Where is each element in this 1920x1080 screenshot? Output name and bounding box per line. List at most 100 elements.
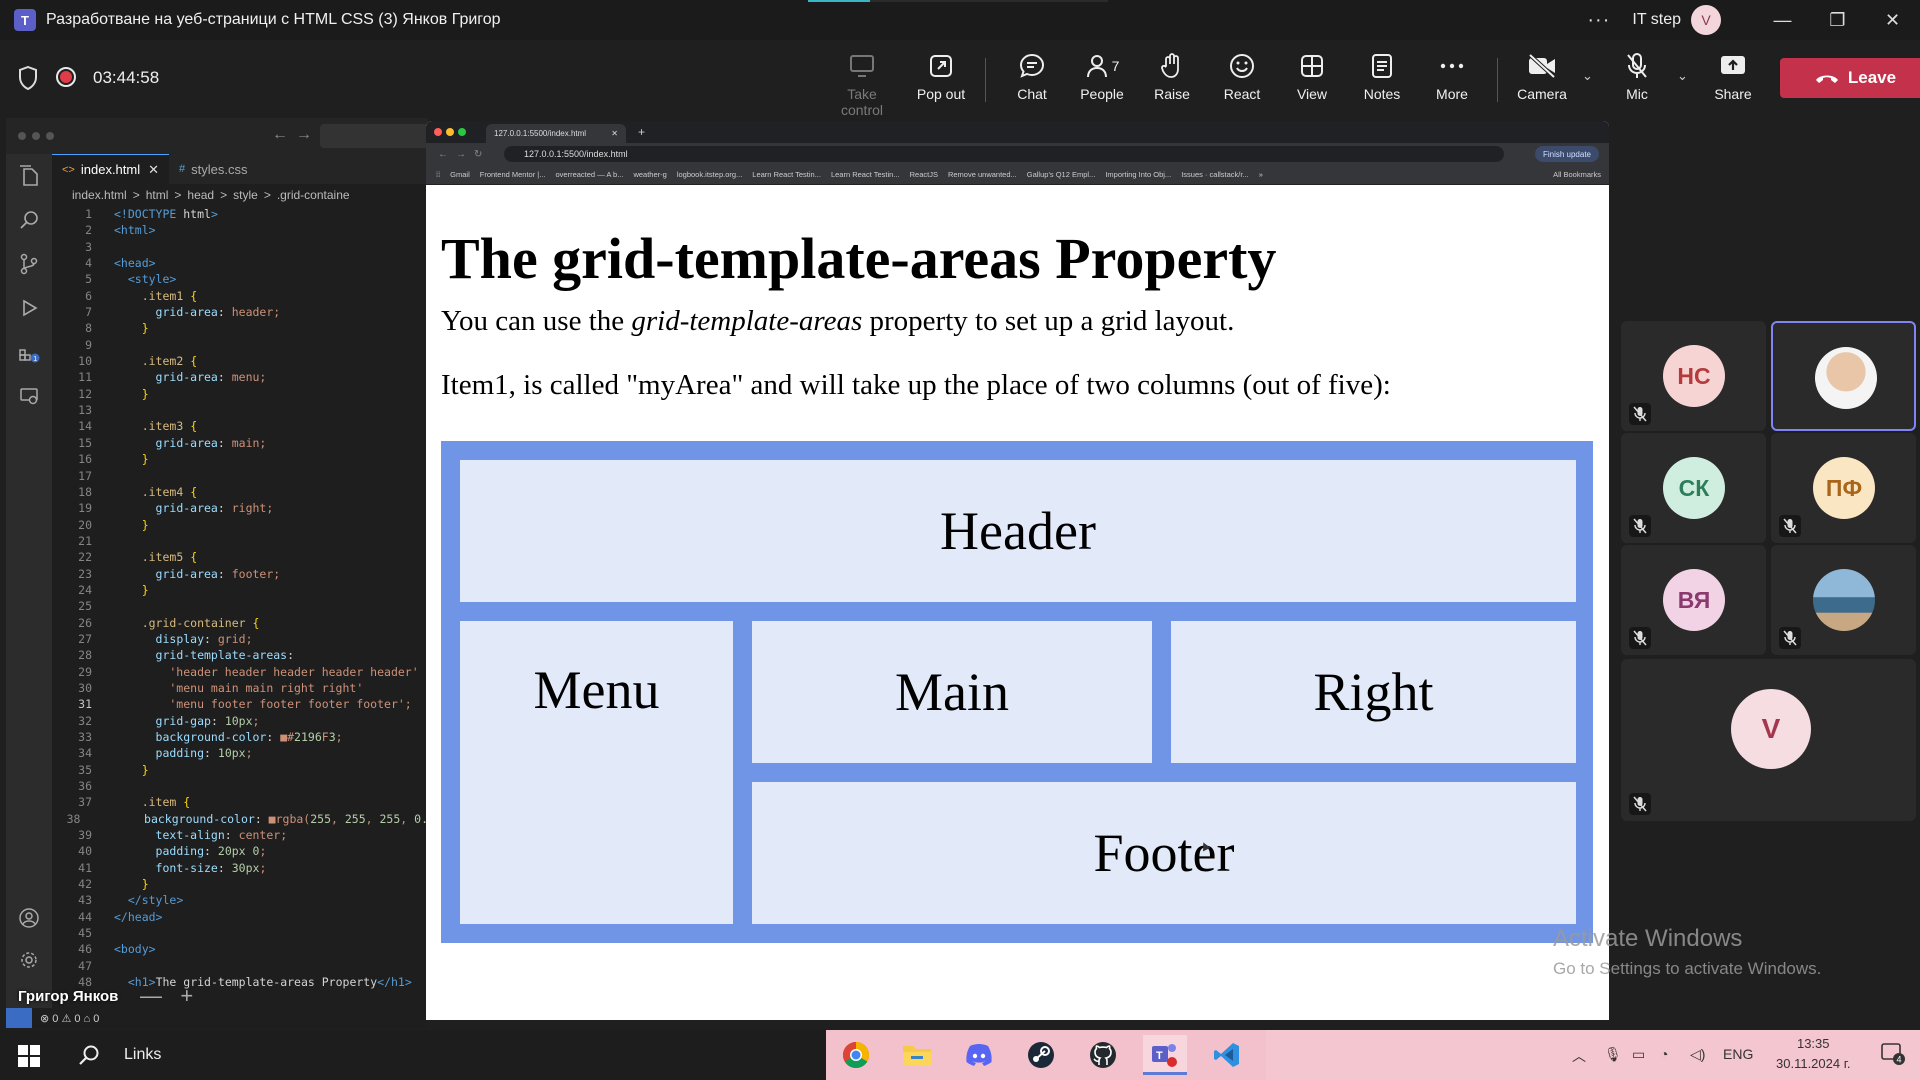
- code-line[interactable]: 22 .item5 {: [52, 549, 428, 565]
- minimize-button[interactable]: —: [1755, 10, 1810, 31]
- apps-grid-icon[interactable]: ⁞⁞: [436, 170, 440, 179]
- code-line[interactable]: 37 .item {: [52, 794, 428, 810]
- breadcrumb-item[interactable]: style: [233, 188, 258, 202]
- bookmark-item[interactable]: weather-g: [633, 170, 666, 179]
- code-line[interactable]: 12 }: [52, 386, 428, 402]
- tab-styles-css[interactable]: # styles.css: [169, 154, 257, 184]
- participant-tile[interactable]: СК: [1621, 433, 1766, 543]
- code-line[interactable]: 28 grid-template-areas:: [52, 647, 428, 663]
- search-icon[interactable]: [6, 198, 52, 242]
- discord-icon[interactable]: [957, 1035, 1001, 1075]
- system-clock[interactable]: 13:35 30.11.2024 г.: [1776, 1034, 1850, 1074]
- code-line[interactable]: 20 }: [52, 517, 428, 533]
- problems-status[interactable]: ⊗ 0 ⚠ 0 ⌂ 0: [40, 1012, 99, 1025]
- code-line[interactable]: 19 grid-area: right;: [52, 500, 428, 516]
- code-line[interactable]: 41 font-size: 30px;: [52, 860, 428, 876]
- code-line[interactable]: 47: [52, 958, 428, 974]
- code-line[interactable]: 27 display: grid;: [52, 631, 428, 647]
- bookmark-item[interactable]: ReactJS: [910, 170, 938, 179]
- raise-hand-button[interactable]: Raise: [1137, 50, 1207, 110]
- forward-arrow-icon[interactable]: →: [296, 126, 312, 144]
- more-options-icon[interactable]: ···: [1587, 9, 1610, 32]
- code-line[interactable]: 15 grid-area: main;: [52, 435, 428, 451]
- code-line[interactable]: 31 'menu footer footer footer footer';: [52, 696, 428, 712]
- bookmark-item[interactable]: Issues · callstack/r...: [1181, 170, 1249, 179]
- share-button[interactable]: Share: [1698, 50, 1768, 110]
- run-debug-icon[interactable]: [6, 286, 52, 330]
- code-line[interactable]: 2 <html>: [52, 222, 428, 238]
- windows-start-icon[interactable]: [18, 1045, 40, 1067]
- vscode-icon[interactable]: [1205, 1035, 1249, 1075]
- code-line[interactable]: 10 .item2 {: [52, 353, 428, 369]
- code-line[interactable]: 42 }: [52, 876, 428, 892]
- code-line[interactable]: 9: [52, 337, 428, 353]
- code-line[interactable]: 39 text-align: center;: [52, 827, 428, 843]
- close-tab-icon[interactable]: ✕: [611, 129, 618, 138]
- code-line[interactable]: 26 .grid-container {: [52, 615, 428, 631]
- view-button[interactable]: View: [1277, 50, 1347, 110]
- leave-button[interactable]: Leave: [1780, 58, 1920, 98]
- tab-index-html[interactable]: <> index.html ✕: [52, 154, 170, 184]
- profile-avatar[interactable]: V: [1691, 5, 1721, 35]
- mic-button[interactable]: Mic: [1602, 50, 1672, 110]
- close-tab-icon[interactable]: ✕: [148, 162, 159, 178]
- links-toolbar[interactable]: Links: [124, 1046, 161, 1064]
- bookmark-item[interactable]: Learn React Testin...: [752, 170, 821, 179]
- participant-tile[interactable]: ПФ: [1771, 433, 1916, 543]
- bookmark-item[interactable]: Frontend Mentor |...: [480, 170, 546, 179]
- bookmark-item[interactable]: logbook.itstep.org...: [677, 170, 742, 179]
- bookmark-item[interactable]: Importing Into Obj...: [1105, 170, 1171, 179]
- code-line[interactable]: 30 'menu main main right right': [52, 680, 428, 696]
- github-icon[interactable]: [1081, 1035, 1125, 1075]
- camera-options-chevron-icon[interactable]: ⌄: [1582, 68, 1593, 84]
- chat-button[interactable]: Chat: [997, 50, 1067, 110]
- code-line[interactable]: 40 padding: 20px 0;: [52, 843, 428, 859]
- finish-update-button[interactable]: Finish update: [1534, 146, 1599, 162]
- forward-icon[interactable]: →: [456, 149, 466, 160]
- participant-tile[interactable]: [1771, 545, 1916, 655]
- bookmarks-overflow-icon[interactable]: »: [1259, 170, 1263, 179]
- more-button[interactable]: More: [1417, 50, 1487, 110]
- code-line[interactable]: 14 .item3 {: [52, 418, 428, 434]
- shield-icon[interactable]: [18, 66, 38, 90]
- steam-icon[interactable]: [1019, 1035, 1063, 1075]
- chrome-icon[interactable]: [834, 1035, 878, 1075]
- code-line[interactable]: 29 'header header header header header': [52, 664, 428, 680]
- mic-options-chevron-icon[interactable]: ⌄: [1677, 68, 1688, 84]
- code-line[interactable]: 24 }: [52, 582, 428, 598]
- participant-tile[interactable]: ВЯ: [1621, 545, 1766, 655]
- code-line[interactable]: 45: [52, 925, 428, 941]
- code-line[interactable]: 32 grid-gap: 10px;: [52, 713, 428, 729]
- code-line[interactable]: 38 background-color: ■rgba(255, 255, 255…: [52, 811, 428, 827]
- remote-indicator-icon[interactable]: [6, 1008, 32, 1028]
- back-icon[interactable]: ←: [438, 149, 448, 160]
- notifications-icon[interactable]: 4: [1880, 1042, 1906, 1069]
- code-line[interactable]: 25: [52, 598, 428, 614]
- zoom-out-icon[interactable]: —: [140, 983, 162, 1008]
- reload-icon[interactable]: ↻: [474, 149, 482, 160]
- network-icon[interactable]: ◔: [1660, 1046, 1668, 1062]
- all-bookmarks-folder[interactable]: All Bookmarks: [1553, 170, 1601, 179]
- browser-tab[interactable]: 127.0.0.1:5500/index.html ✕: [486, 124, 626, 143]
- notes-button[interactable]: Notes: [1347, 50, 1417, 110]
- minimize-dot[interactable]: [446, 128, 454, 136]
- breadcrumb-item[interactable]: index.html: [72, 188, 127, 202]
- code-line[interactable]: 3: [52, 239, 428, 255]
- volume-icon[interactable]: ◁): [1690, 1046, 1705, 1063]
- explorer-icon[interactable]: [6, 154, 52, 198]
- breadcrumb-item[interactable]: html: [146, 188, 169, 202]
- code-line[interactable]: 11 grid-area: menu;: [52, 369, 428, 385]
- code-line[interactable]: 33 background-color: ■#2196F3;: [52, 729, 428, 745]
- language-indicator[interactable]: ENG: [1723, 1046, 1753, 1062]
- camera-button[interactable]: Camera: [1507, 50, 1577, 110]
- code-editor[interactable]: 1 <!DOCTYPE html> 2 <html> 3 4 <head> 5 <style>…: [52, 206, 428, 1016]
- code-line[interactable]: 6 .item1 {: [52, 288, 428, 304]
- bookmark-item[interactable]: Gallup's Q12 Empl...: [1027, 170, 1096, 179]
- bookmark-item[interactable]: Remove unwanted...: [948, 170, 1017, 179]
- code-line[interactable]: 44 </head>: [52, 909, 428, 925]
- zoom-controls[interactable]: — +: [140, 983, 193, 1009]
- participant-tile[interactable]: V: [1621, 659, 1916, 821]
- code-line[interactable]: 21: [52, 533, 428, 549]
- bookmark-item[interactable]: overreacted — A b...: [556, 170, 624, 179]
- close-dot[interactable]: [434, 128, 442, 136]
